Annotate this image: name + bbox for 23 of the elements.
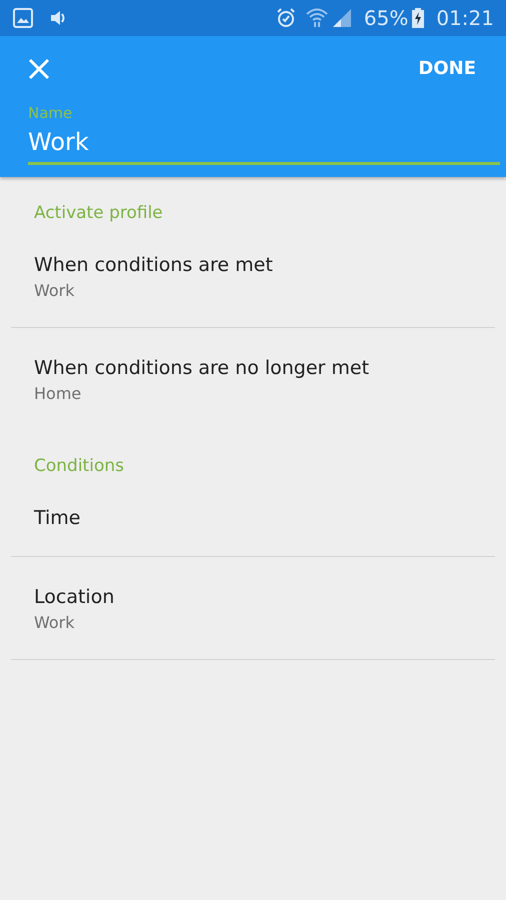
item-subtitle: Home <box>34 383 82 405</box>
alarm-icon <box>276 8 296 28</box>
item-subtitle: Work <box>34 280 76 302</box>
volume-icon <box>49 9 67 27</box>
list-item[interactable]: Location Work <box>11 557 495 660</box>
section-header: Conditions <box>33 455 125 478</box>
field-label: Name <box>28 104 74 122</box>
list-item[interactable]: When conditions are no longer met Home <box>11 328 495 430</box>
list-item[interactable]: When conditions are met Work <box>11 225 495 328</box>
image-icon <box>13 8 33 28</box>
list-item[interactable]: Time <box>11 478 495 557</box>
battery-percent: 65% <box>364 6 408 30</box>
item-title: When conditions are met <box>34 253 274 278</box>
signal-icon <box>332 8 352 28</box>
item-title: Location <box>34 585 116 610</box>
item-title: When conditions are no longer met <box>34 356 370 381</box>
battery-charging-icon <box>412 8 424 28</box>
clock-time: 01:21 <box>436 6 494 30</box>
section-header: Activate profile <box>33 202 164 225</box>
wifi-icon <box>306 8 328 28</box>
item-title: Time <box>34 506 82 531</box>
item-subtitle: Work <box>34 612 76 634</box>
close-button[interactable] <box>28 58 50 80</box>
